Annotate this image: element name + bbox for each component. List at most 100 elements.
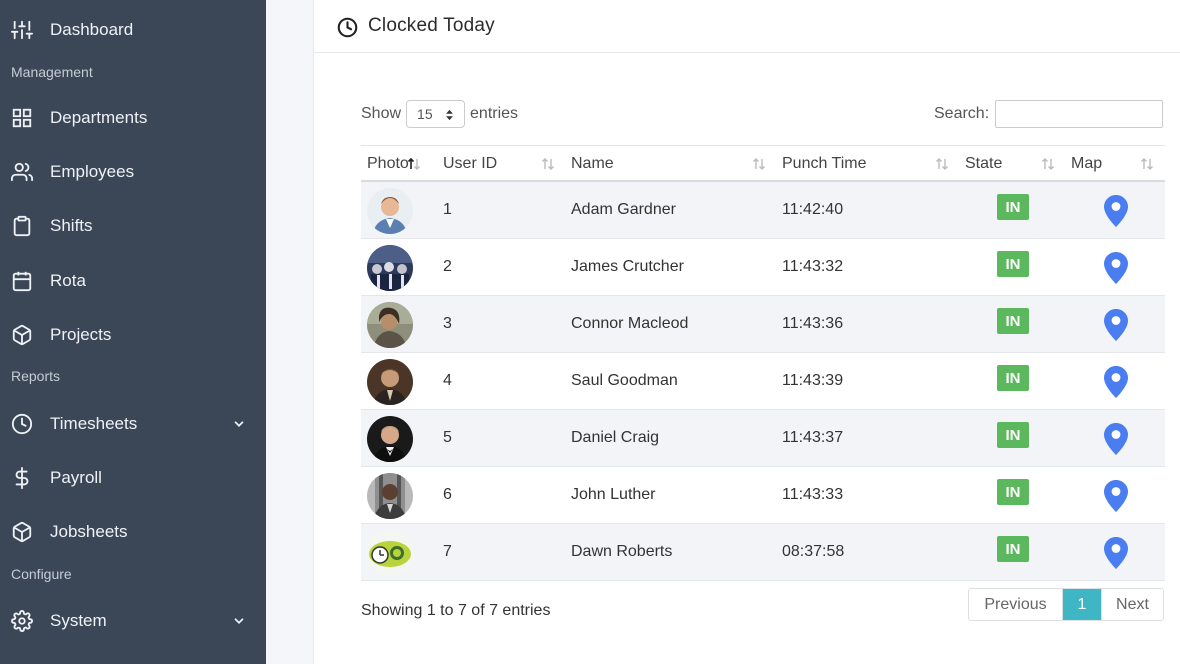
name-cell: Connor Macleod [571,315,689,332]
table-row[interactable]: 7 Dawn Roberts 08:37:58 IN [361,524,1165,581]
page-1-button[interactable]: 1 [1063,589,1101,620]
map-pin-icon[interactable] [1103,194,1129,228]
sort-asc-icon[interactable] [407,157,421,171]
column-label: State [965,154,1003,172]
sidebar: Dashboard Management Departments Employe… [0,0,266,664]
next-page-button[interactable]: Next [1101,589,1163,620]
table-header: Photo User ID Name Punch Time State Map [361,145,1165,182]
section-reports: Reports [11,368,61,384]
sort-icon[interactable] [1041,157,1055,171]
map-pin-icon[interactable] [1103,536,1129,570]
table-row[interactable]: 1 Adam Gardner 11:42:40 IN [361,182,1165,239]
map-pin-icon[interactable] [1103,365,1129,399]
employee-photo [367,416,413,462]
sidebar-item-payroll[interactable]: Payroll [0,458,266,498]
table-row[interactable]: 6 John Luther 11:43:33 IN [361,467,1165,524]
name-cell: Daniel Craig [571,429,660,446]
column-label: Name [571,154,614,172]
gear-icon [11,610,33,632]
user-id-cell: 7 [443,543,452,560]
user-id-cell: 6 [443,486,452,503]
sidebar-item-projects[interactable]: Projects [0,315,266,355]
name-cell: John Luther [571,486,656,503]
panel-header: Clocked Today [314,0,1180,53]
sort-icon[interactable] [752,157,766,171]
user-id-cell: 5 [443,429,452,446]
employee-photo [367,245,413,291]
column-label: Photo [367,154,409,172]
chevron-down-icon[interactable] [232,614,246,628]
column-header-name[interactable]: Name [571,146,614,181]
entries-select[interactable]: 15 [406,100,466,128]
table-info: Showing 1 to 7 of 7 entries [361,602,551,619]
column-header-user-id[interactable]: User ID [443,146,497,181]
box-icon [11,324,33,346]
panel-title: Clocked Today [368,15,495,36]
map-pin-icon[interactable] [1103,308,1129,342]
search-label: Search: [934,105,990,122]
user-id-cell: 3 [443,315,452,332]
map-pin-icon[interactable] [1103,422,1129,456]
dollar-icon [11,467,33,489]
sidebar-item-rota[interactable]: Rota [0,261,266,301]
users-icon [11,161,33,183]
sidebar-item-system[interactable]: System [0,601,266,641]
state-badge: IN [997,194,1029,220]
entries-length-control: Show 15 entries [361,100,518,128]
employee-photo [367,530,413,576]
sidebar-item-label: System [50,611,107,630]
column-label: User ID [443,154,498,172]
punch-time-cell: 11:43:36 [782,315,844,332]
sidebar-item-dashboard[interactable]: Dashboard [0,10,266,50]
map-pin-icon[interactable] [1103,251,1129,285]
calendar-icon [11,270,33,292]
sort-icon[interactable] [541,157,555,171]
punch-time-cell: 11:43:33 [782,486,844,503]
name-cell: Dawn Roberts [571,543,673,560]
sidebar-item-departments[interactable]: Departments [0,98,266,138]
section-management: Management [11,64,93,80]
state-badge: IN [997,308,1029,334]
previous-page-button[interactable]: Previous [969,589,1063,620]
sidebar-item-label: Jobsheets [50,522,128,541]
map-pin-icon[interactable] [1103,479,1129,513]
punch-time-cell: 11:42:40 [782,201,844,218]
user-id-cell: 2 [443,258,452,275]
column-label: Map [1071,154,1103,172]
name-cell: Adam Gardner [571,201,676,218]
punch-time-cell: 08:37:58 [782,543,845,560]
column-header-state[interactable]: State [965,146,1002,181]
employee-photo [367,302,413,348]
table-row[interactable]: 3 Connor Macleod 11:43:36 IN [361,296,1165,353]
user-id-cell: 4 [443,372,452,389]
entries-select-value: 15 [417,106,433,122]
clocked-today-panel: Clocked Today Show 15 entries Search: Ph… [313,0,1180,664]
sidebar-item-shifts[interactable]: Shifts [0,206,266,246]
sidebar-item-label: Departments [50,108,148,127]
grid-icon [11,107,33,129]
state-badge: IN [997,479,1029,505]
state-badge: IN [997,536,1029,562]
employee-photo [367,188,413,234]
sidebar-item-timesheets[interactable]: Timesheets [0,404,266,444]
sliders-icon [11,19,33,41]
column-header-photo[interactable]: Photo [367,146,409,181]
clock-icon [337,17,358,38]
column-header-map[interactable]: Map [1071,146,1102,181]
search-input[interactable] [995,100,1164,128]
column-label: Punch Time [782,154,867,172]
search-control: Search: [934,100,1164,128]
sort-icon[interactable] [1140,157,1154,171]
user-id-cell: 1 [443,201,452,218]
sidebar-item-label: Dashboard [50,20,134,39]
sidebar-item-employees[interactable]: Employees [0,152,266,192]
table-row[interactable]: 5 Daniel Craig 11:43:37 IN [361,410,1165,467]
name-cell: James Crutcher [571,258,684,275]
sidebar-item-jobsheets[interactable]: Jobsheets [0,512,266,552]
table-row[interactable]: 2 James Crutcher 11:43:32 IN [361,239,1165,296]
table-row[interactable]: 4 Saul Goodman 11:43:39 IN [361,353,1165,410]
sort-icon[interactable] [935,157,949,171]
column-header-punch-time[interactable]: Punch Time [782,146,866,181]
chevron-down-icon[interactable] [232,417,246,431]
state-badge: IN [997,365,1029,391]
